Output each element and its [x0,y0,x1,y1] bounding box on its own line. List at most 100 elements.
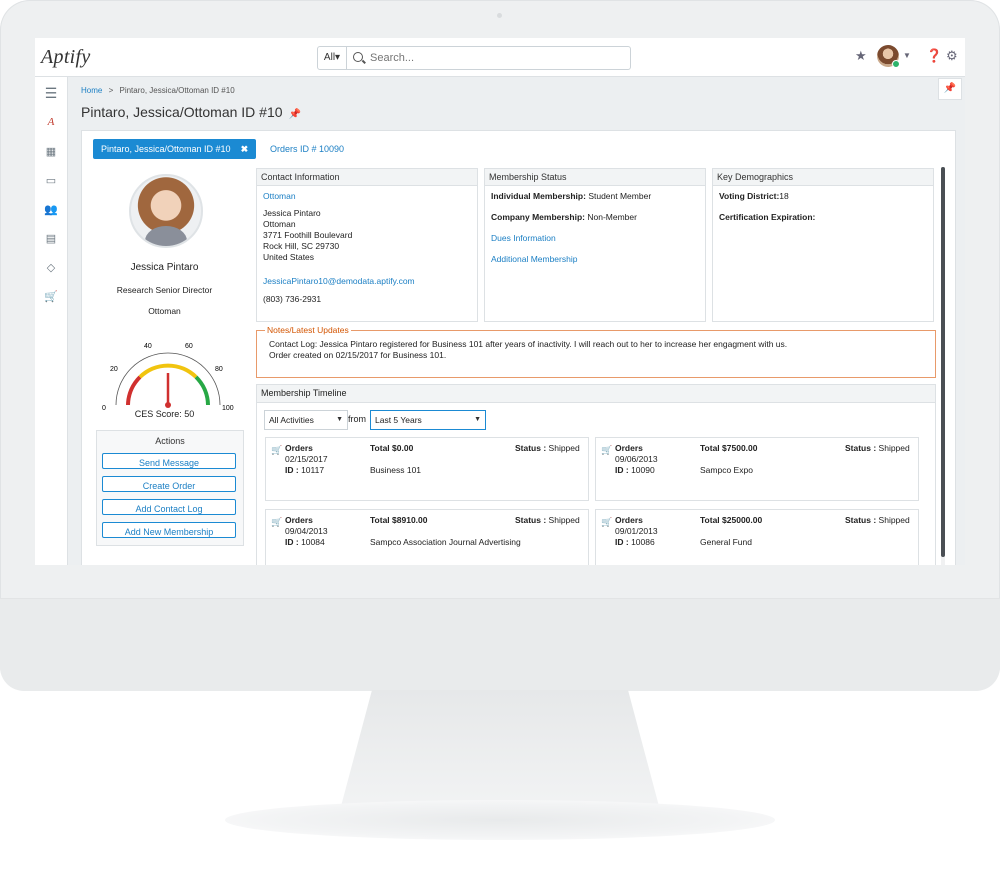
address-line: Jessica Pintaro [263,208,321,218]
additional-membership-link[interactable]: Additional Membership [491,254,577,264]
user-avatar[interactable] [877,45,900,68]
send-message-button[interactable]: Send Message [102,453,236,469]
help-icon[interactable]: ❓ [926,48,942,64]
voting-district-value: 18 [779,191,789,201]
date-range-select[interactable]: Last 5 Years ▼ [370,410,486,430]
search-icon [353,52,363,62]
create-order-button[interactable]: Create Order [102,476,236,492]
chevron-down-icon: ▼ [336,416,343,423]
order-type: Orders [615,515,643,525]
gear-icon[interactable]: ⚙ [946,48,958,64]
calculator-icon[interactable]: ▦ [43,145,59,159]
order-id: 10090 [631,465,655,475]
pin-page-button[interactable]: 📌 [938,78,962,100]
order-total: Total $0.00 [370,443,414,453]
order-status: Shipped [548,515,580,525]
individual-membership-value: Student Member [588,191,652,201]
membership-card-header: Membership Status [485,169,705,186]
order-status-label: Status : [845,515,877,525]
order-date: 09/01/2013 [615,526,658,536]
panel-scrollbar[interactable] [941,167,945,565]
order-date: 09/06/2013 [615,454,658,464]
notes-box: Notes/Latest Updates Contact Log: Jessic… [256,325,936,378]
close-icon[interactable]: ✖ [241,144,249,154]
breadcrumb: Home > Pintaro, Jessica/Ottoman ID #10 [81,86,235,95]
breadcrumb-home[interactable]: Home [81,86,102,95]
record-panel: Pintaro, Jessica/Ottoman ID #10 ✖ Orders … [81,130,956,565]
from-label: from [348,414,366,424]
tab-contact-record[interactable]: Pintaro, Jessica/Ottoman ID #10 ✖ [93,139,257,159]
order-status: Shipped [878,515,910,525]
order-card[interactable]: 🛒 Orders 02/15/2017 ID : 10117 Total $0.… [265,437,589,501]
scrollbar-thumb[interactable] [941,167,945,557]
breadcrumb-current: Pintaro, Jessica/Ottoman ID #10 [119,86,235,95]
add-contact-log-button[interactable]: Add Contact Log [102,499,236,515]
chevron-down-icon: ▼ [474,416,481,423]
actions-title: Actions [155,436,185,446]
address-line: United States [263,252,315,262]
order-status-label: Status : [845,443,877,453]
phone-number: (803) 736-2931 [263,294,322,304]
chevron-down-icon[interactable]: ▼ [903,51,911,60]
order-id-label: ID : [285,537,299,547]
activity-filter-select[interactable]: All Activities ▼ [264,410,348,430]
gauge-hub [165,402,171,408]
address-line: Rock Hill, SC 29730 [263,241,340,251]
order-date: 02/15/2017 [285,454,328,464]
hamburger-menu-icon[interactable]: ☰ [43,85,59,101]
gauge-label-20: 20 [110,366,118,373]
diamond-icon[interactable]: ◇ [43,261,59,275]
search-input[interactable] [368,49,622,67]
thumbtack-icon: 📌 [943,83,957,94]
aptify-home-icon[interactable]: A [43,116,59,130]
order-card[interactable]: 🛒 Orders 09/01/2013 ID : 10086 Total $25… [595,509,919,565]
order-description: Sampco Association Journal Advertising [370,537,521,547]
notes-order-line: Order created on 02/15/2017 for Business… [269,350,447,360]
app-screen: Aptify All▾ ★ ▼ ❓ ⚙ ☰ A ▦ ▭ 👥 ▤ ◇ 🛒 Home [35,38,965,565]
order-id: 10086 [631,537,655,547]
order-type: Orders [615,443,643,453]
email-link[interactable]: JessicaPintaro10@demodata.aptify.com [263,276,415,286]
id-card-icon[interactable]: ▤ [43,232,59,246]
monitor-frame: Aptify All▾ ★ ▼ ❓ ⚙ ☰ A ▦ ▭ 👥 ▤ ◇ 🛒 Home [0,0,1000,691]
key-demographics-card: Key Demographics Voting District:18 Cert… [712,168,934,322]
order-description: Business 101 [370,465,422,475]
order-card[interactable]: 🛒 Orders 09/04/2013 ID : 10084 Total $89… [265,509,589,565]
tab-orders[interactable]: Orders ID # 10090 [270,144,344,154]
cart-icon: 🛒 [271,517,283,527]
order-status-label: Status : [515,515,547,525]
order-id-label: ID : [285,465,299,475]
order-status: Shipped [878,443,910,453]
order-total: Total $8910.00 [370,515,428,525]
add-new-membership-button[interactable]: Add New Membership [102,522,236,538]
star-icon[interactable]: ★ [855,48,867,64]
company-membership: Company Membership: Non-Member [491,212,637,222]
aptify-logo[interactable]: Aptify [41,46,91,69]
order-status: Shipped [548,443,580,453]
company-link[interactable]: Ottoman [263,191,296,201]
dues-information-link[interactable]: Dues Information [491,233,556,243]
date-range-value: Last 5 Years [375,415,422,425]
order-status-label: Status : [515,443,547,453]
top-bar: Aptify All▾ ★ ▼ ❓ ⚙ [35,38,965,77]
ces-gauge: 0 20 40 60 80 100 [102,343,234,412]
cart-icon[interactable]: 🛒 [43,290,59,304]
company-membership-label: Company Membership: [491,212,585,222]
order-date: 09/04/2013 [285,526,328,536]
search-scope-dropdown[interactable]: All▾ [318,47,347,69]
voting-district-label: Voting District: [719,191,780,201]
order-id: 10084 [301,537,325,547]
order-id-label: ID : [615,537,629,547]
page-title: Pintaro, Jessica/Ottoman ID #10 📌 [81,104,301,120]
certification-expiration-label: Certification Expiration: [719,212,816,222]
order-card[interactable]: 🛒 Orders 09/06/2013 ID : 10090 Total $75… [595,437,919,501]
page-title-text: Pintaro, Jessica/Ottoman ID #10 [81,104,283,120]
pin-icon[interactable]: 📌 [289,109,301,120]
contact-information-card: Contact Information Ottoman Jessica Pint… [256,168,478,322]
users-icon[interactable]: 👥 [43,203,59,217]
ces-score: CES Score: 50 [134,409,195,419]
cart-icon: 🛒 [601,517,613,527]
webcam [497,13,502,18]
monitor-icon[interactable]: ▭ [43,174,59,188]
actions-box: Actions Send Message Create Order Add Co… [96,430,244,546]
